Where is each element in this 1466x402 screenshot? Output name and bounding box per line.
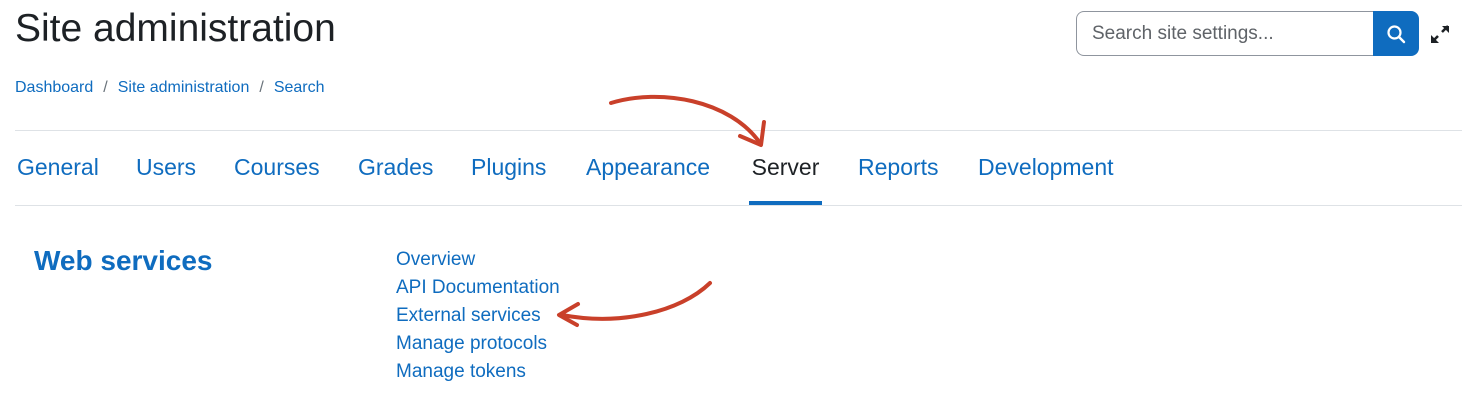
breadcrumb-site-administration[interactable]: Site administration	[118, 78, 250, 98]
admin-tabs: General Users Courses Grades Plugins App…	[0, 131, 1466, 205]
search-input[interactable]	[1076, 11, 1373, 56]
tab-general[interactable]: General	[17, 131, 99, 205]
list-item: Manage protocols	[396, 330, 560, 358]
breadcrumb-separator: /	[103, 79, 108, 96]
breadcrumb: Dashboard / Site administration / Search	[15, 78, 325, 98]
link-manage-protocols[interactable]: Manage protocols	[396, 333, 547, 354]
link-api-documentation[interactable]: API Documentation	[396, 277, 560, 298]
link-external-services[interactable]: External services	[396, 305, 541, 326]
search-icon	[1387, 24, 1406, 43]
link-overview[interactable]: Overview	[396, 249, 475, 270]
tab-reports[interactable]: Reports	[858, 131, 939, 205]
section-title-web-services[interactable]: Web services	[34, 242, 213, 280]
list-item: Manage tokens	[396, 358, 560, 386]
breadcrumb-search[interactable]: Search	[274, 78, 325, 98]
tab-grades[interactable]: Grades	[358, 131, 433, 205]
list-item: API Documentation	[396, 274, 560, 302]
tabs-bottom-divider	[15, 205, 1462, 206]
search-button[interactable]	[1373, 11, 1419, 56]
annotation-arrow-external-services	[557, 281, 712, 327]
breadcrumb-separator: /	[259, 79, 264, 96]
link-manage-tokens[interactable]: Manage tokens	[396, 361, 526, 382]
list-item: Overview	[396, 246, 560, 274]
breadcrumb-dashboard[interactable]: Dashboard	[15, 78, 93, 98]
tab-courses[interactable]: Courses	[234, 131, 320, 205]
web-services-links: Overview API Documentation External serv…	[396, 246, 560, 386]
tab-plugins[interactable]: Plugins	[471, 131, 546, 205]
list-item: External services	[396, 302, 560, 330]
tab-users[interactable]: Users	[136, 131, 196, 205]
expand-icon	[1431, 25, 1449, 43]
tab-server[interactable]: Server	[749, 131, 822, 205]
tab-development[interactable]: Development	[978, 131, 1114, 205]
expand-button[interactable]	[1428, 22, 1452, 46]
site-search	[1076, 11, 1419, 56]
tab-appearance[interactable]: Appearance	[586, 131, 710, 205]
page-title: Site administration	[15, 7, 336, 50]
